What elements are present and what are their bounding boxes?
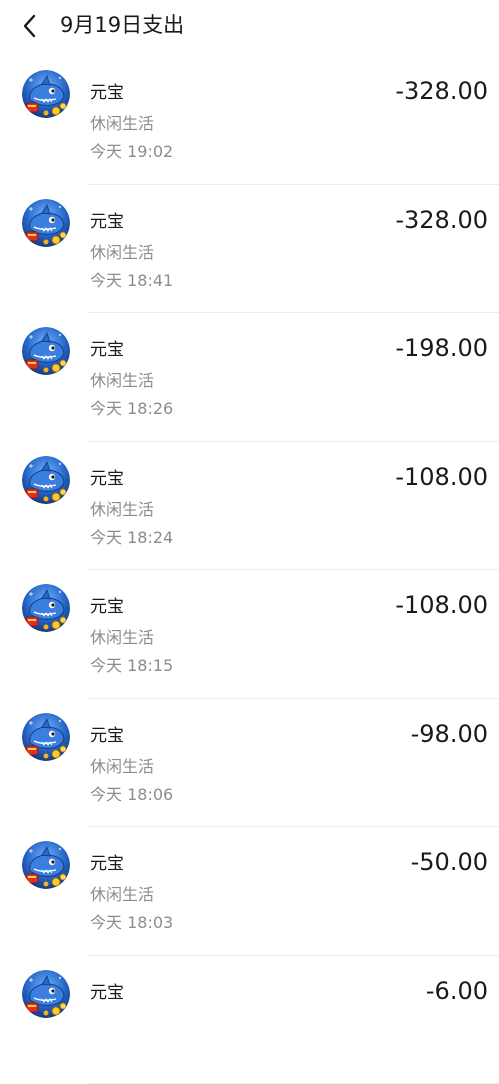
merchant-name: 元宝 (90, 724, 124, 748)
page-title: 9月19日支出 (60, 10, 184, 40)
transaction-amount: -328.00 (395, 74, 488, 108)
transaction-time: 今天 18:26 (90, 398, 173, 420)
transaction-amount: -328.00 (395, 203, 488, 237)
merchant-name: 元宝 (90, 210, 124, 234)
category-label: 休闲生活 (90, 499, 154, 521)
transaction-row[interactable]: 元宝 休闲生活 今天 18:41 -328.00 (0, 185, 499, 314)
category-label: 休闲生活 (90, 756, 154, 778)
top-bar: 9月19日支出 (0, 0, 499, 50)
merchant-name: 元宝 (90, 595, 124, 619)
game-fish-avatar-icon (22, 970, 70, 1018)
game-fish-avatar-icon (22, 841, 70, 889)
transaction-row[interactable]: 元宝 休闲生活 今天 18:24 -108.00 (0, 442, 499, 571)
transaction-time: 今天 18:24 (90, 527, 173, 549)
transaction-row[interactable]: 元宝 休闲生活 今天 18:26 -198.00 (0, 313, 499, 442)
category-label: 休闲生活 (90, 884, 154, 906)
transaction-row[interactable]: 元宝 休闲生活 今天 18:03 -50.00 (0, 827, 499, 956)
category-label: 休闲生活 (90, 627, 154, 649)
game-fish-avatar-icon (22, 70, 70, 118)
merchant-name: 元宝 (90, 338, 124, 362)
transaction-row[interactable]: 元宝 休闲生活 今天 18:15 -108.00 (0, 570, 499, 699)
transaction-amount: -108.00 (395, 588, 488, 622)
merchant-name: 元宝 (90, 852, 124, 876)
transaction-row[interactable]: 元宝 休闲生活 今天 19:02 -328.00 (0, 56, 499, 185)
back-button[interactable] (12, 5, 48, 45)
transaction-row[interactable]: 元宝 -6.00 (0, 956, 499, 1084)
category-label: 休闲生活 (90, 370, 154, 392)
transaction-list: 元宝 休闲生活 今天 19:02 -328.00 元宝 休闲生活 今天 18:4… (0, 56, 499, 1084)
transaction-amount: -50.00 (411, 845, 488, 879)
merchant-name: 元宝 (90, 81, 124, 105)
transaction-amount: -198.00 (395, 331, 488, 365)
merchant-name: 元宝 (90, 467, 124, 491)
category-label: 休闲生活 (90, 113, 154, 135)
transaction-amount: -6.00 (426, 974, 488, 1008)
transaction-row[interactable]: 元宝 休闲生活 今天 18:06 -98.00 (0, 699, 499, 828)
game-fish-avatar-icon (22, 456, 70, 504)
category-label: 休闲生活 (90, 242, 154, 264)
game-fish-avatar-icon (22, 584, 70, 632)
transaction-time: 今天 19:02 (90, 141, 173, 163)
game-fish-avatar-icon (22, 327, 70, 375)
transaction-time: 今天 18:41 (90, 270, 173, 292)
game-fish-avatar-icon (22, 713, 70, 761)
transaction-amount: -98.00 (411, 717, 488, 751)
game-fish-avatar-icon (22, 199, 70, 247)
merchant-name: 元宝 (90, 981, 124, 1005)
transaction-time: 今天 18:03 (90, 912, 173, 934)
transaction-time: 今天 18:15 (90, 655, 173, 677)
transaction-time: 今天 18:06 (90, 784, 173, 806)
transaction-amount: -108.00 (395, 460, 488, 494)
